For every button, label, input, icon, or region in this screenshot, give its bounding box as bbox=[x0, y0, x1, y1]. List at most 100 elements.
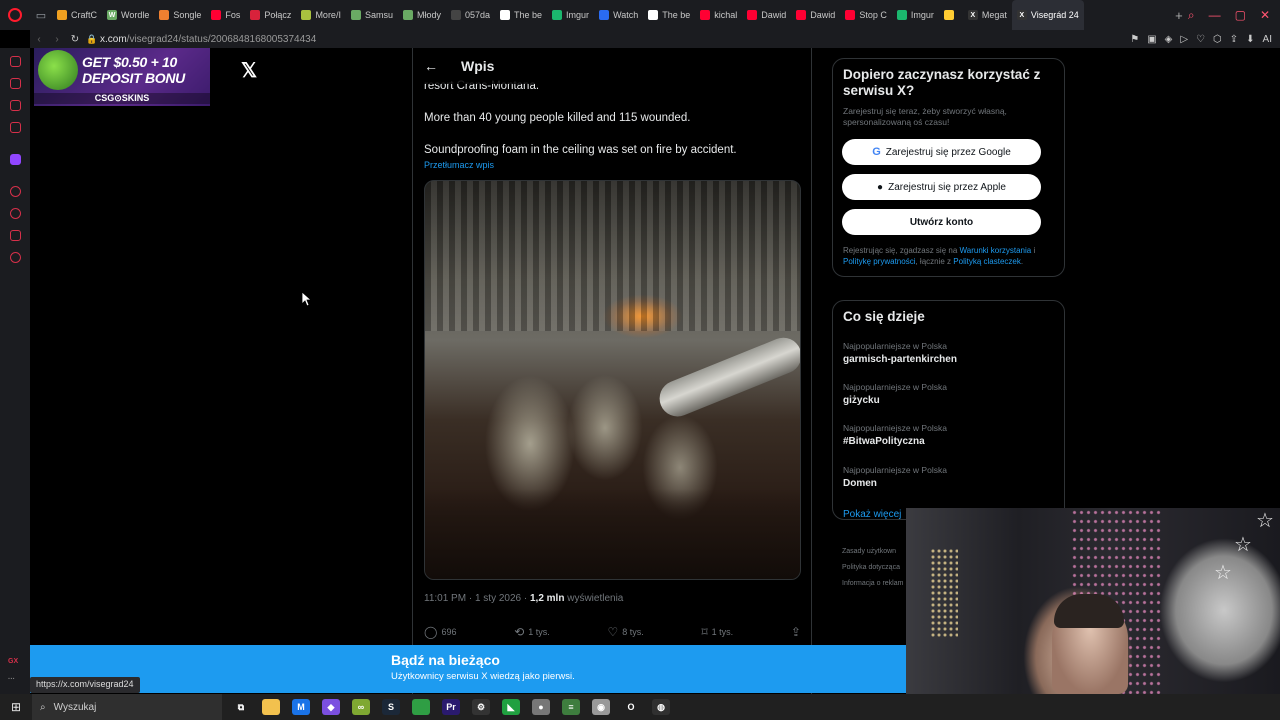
address-bar-tool-icon[interactable]: ◈ bbox=[1165, 34, 1173, 45]
address-bar-tool-icon[interactable]: ▣ bbox=[1147, 34, 1156, 45]
url-field[interactable]: x.com/visegrad24/status/2006848168005374… bbox=[100, 34, 316, 45]
tab-favicon-icon: X bbox=[967, 10, 978, 20]
post-photo[interactable] bbox=[424, 180, 801, 580]
browser-tab[interactable]: Songle bbox=[154, 0, 206, 30]
trend-item[interactable]: Najpopularniejsze w Polska #BitwaPolityc… bbox=[843, 423, 1058, 447]
browser-tab[interactable]: Połącz bbox=[245, 0, 296, 30]
create-account-button[interactable]: Utwórz konto bbox=[842, 209, 1041, 235]
browser-tab[interactable]: CraftC bbox=[52, 0, 102, 30]
address-bar-tool-icon[interactable]: AI bbox=[1263, 34, 1272, 45]
back-button[interactable]: ‹ bbox=[30, 34, 48, 45]
browser-tab[interactable]: X Visegrád 24 bbox=[1011, 0, 1084, 30]
address-bar-tool-icon[interactable]: ⇪ bbox=[1230, 34, 1238, 45]
sidebar-more-icon[interactable]: ··· bbox=[8, 676, 15, 683]
browser-tab[interactable]: Dawid bbox=[742, 0, 791, 30]
taskbar-file-explorer-icon[interactable] bbox=[262, 699, 280, 715]
forward-button[interactable]: › bbox=[48, 34, 66, 45]
browser-tab[interactable]: Stop C bbox=[840, 0, 892, 30]
maximize-button[interactable]: ▢ bbox=[1235, 8, 1246, 23]
advert-banner[interactable]: GET $0.50 + 10 DEPOSIT BONU CSG⊙SKINS bbox=[34, 48, 210, 106]
taskbar-task-view-icon[interactable]: ⧉ bbox=[232, 699, 250, 715]
taskbar-app-disc-icon[interactable]: ◉ bbox=[592, 699, 610, 715]
cookies-link[interactable]: Polityką clasteczek bbox=[953, 257, 1021, 266]
privacy-link[interactable]: Politykę prywatności bbox=[843, 257, 915, 266]
post-timestamp[interactable]: 11:01 PM · 1 sty 2026 · bbox=[424, 593, 530, 604]
translate-post-link[interactable]: Przetłumacz wpis bbox=[424, 160, 494, 170]
webcam-christmas-tree bbox=[930, 548, 958, 638]
search-tabs-icon[interactable]: ⌕ bbox=[1188, 8, 1195, 23]
footer-ads-link[interactable]: Informacja o reklam bbox=[842, 576, 903, 592]
new-tab-button[interactable]: + bbox=[1170, 8, 1188, 23]
bookmark-button[interactable]: ⌑ 1 tys. bbox=[701, 625, 733, 639]
tab-label: kichal bbox=[714, 10, 738, 20]
browser-tab[interactable]: Samsu bbox=[346, 0, 398, 30]
taskbar-app-green-icon[interactable]: ∞ bbox=[352, 699, 370, 715]
lock-icon[interactable]: 🔒 bbox=[84, 34, 100, 45]
minimize-button[interactable]: — bbox=[1209, 8, 1221, 23]
trend-item[interactable]: Najpopularniejsze w Polska garmisch-part… bbox=[843, 341, 1058, 365]
tab-label: CraftC bbox=[71, 10, 98, 20]
close-button[interactable]: ✕ bbox=[1260, 8, 1270, 23]
google-signup-button[interactable]: G Zarejestruj się przez Google bbox=[842, 139, 1041, 165]
browser-tab[interactable]: W Wordle bbox=[102, 0, 154, 30]
address-bar-tool-icon[interactable]: ⬡ bbox=[1213, 34, 1222, 45]
taskbar-app-stack-icon[interactable]: ≡ bbox=[562, 699, 580, 715]
like-button[interactable]: ♡ 8 tys. bbox=[607, 625, 643, 639]
browser-tab[interactable]: X Megat bbox=[963, 0, 1012, 30]
address-bar-tool-icon[interactable]: ⚑ bbox=[1130, 34, 1139, 45]
trend-item[interactable]: Najpopularniejsze w Polska giżycku bbox=[843, 382, 1058, 406]
sidebar-gx-icon[interactable]: GX bbox=[8, 658, 18, 665]
address-bar-tool-icon[interactable]: ⬇ bbox=[1246, 34, 1254, 45]
browser-tab[interactable]: The be bbox=[643, 0, 695, 30]
taskbar-app-m-icon[interactable]: M bbox=[292, 699, 310, 715]
footer-terms-link[interactable]: Zasady użytkown bbox=[842, 544, 903, 560]
sidebar-extensions-icon[interactable] bbox=[10, 230, 21, 241]
trend-item[interactable]: Najpopularniejsze w Polska Domen bbox=[843, 465, 1058, 489]
taskbar-premiere-icon[interactable]: Pr bbox=[442, 699, 460, 715]
browser-tab[interactable]: kichal bbox=[695, 0, 742, 30]
apple-signup-button[interactable]: ● Zarejestruj się przez Apple bbox=[842, 174, 1041, 200]
browser-tab[interactable]: More/I bbox=[296, 0, 346, 30]
opera-logo-icon[interactable] bbox=[0, 0, 30, 30]
taskbar-search[interactable]: ⌕ Wyszukaj bbox=[32, 694, 222, 720]
back-arrow-icon[interactable]: ← bbox=[413, 58, 449, 74]
repost-button[interactable]: ⟲ 1 tys. bbox=[514, 625, 550, 639]
browser-tab[interactable]: 057da bbox=[446, 0, 495, 30]
taskbar-app-leaf-icon[interactable]: ◣ bbox=[502, 699, 520, 715]
windows-start-icon[interactable]: ⊞ bbox=[0, 700, 32, 714]
taskbar-app-gem-icon[interactable]: ◆ bbox=[322, 699, 340, 715]
x-logo-icon[interactable]: 𝕏 bbox=[241, 58, 257, 83]
sidebar-bag-icon[interactable] bbox=[10, 78, 21, 89]
address-bar-tool-icon[interactable]: ▷ bbox=[1180, 34, 1188, 45]
browser-tab[interactable]: Młody bbox=[398, 0, 446, 30]
browser-tab[interactable]: The be bbox=[495, 0, 547, 30]
sidebar-aria-icon[interactable] bbox=[10, 56, 21, 67]
google-signup-label: Zarejestruj się przez Google bbox=[885, 146, 1011, 158]
sidebar-mail-icon[interactable] bbox=[10, 122, 21, 133]
taskbar-app-sheet-icon[interactable] bbox=[412, 699, 430, 715]
browser-tab[interactable]: Dawid bbox=[791, 0, 840, 30]
sidebar-messenger-icon[interactable] bbox=[10, 100, 21, 111]
taskbar-obs-icon[interactable]: ◍ bbox=[652, 699, 670, 715]
taskbar-opera-icon[interactable]: O bbox=[622, 699, 640, 715]
browser-tab[interactable] bbox=[939, 0, 963, 30]
browser-tab[interactable]: Imgur bbox=[547, 0, 594, 30]
show-more-link[interactable]: Pokaż więcej bbox=[843, 509, 901, 520]
sidebar-twitch-icon[interactable] bbox=[10, 154, 21, 165]
reload-button[interactable]: ↻ bbox=[66, 34, 84, 45]
sidebar-player-icon[interactable] bbox=[10, 186, 21, 197]
terms-link[interactable]: Warunki korzystania bbox=[960, 246, 1032, 255]
browser-tab[interactable]: Watch bbox=[594, 0, 643, 30]
sidebar-history-icon[interactable] bbox=[10, 208, 21, 219]
browser-tab[interactable]: Fos bbox=[206, 0, 245, 30]
reply-button[interactable]: ◯ 696 bbox=[424, 625, 456, 639]
share-button[interactable]: ⇪ bbox=[791, 625, 801, 639]
footer-policy-link[interactable]: Polityka dotycząca bbox=[842, 560, 903, 576]
address-bar-tool-icon[interactable]: ♡ bbox=[1196, 34, 1205, 45]
taskbar-steam-icon[interactable]: S bbox=[382, 699, 400, 715]
browser-tab[interactable]: Imgur bbox=[892, 0, 939, 30]
sidebar-settings-icon[interactable] bbox=[10, 252, 21, 263]
taskbar-app-ball-icon[interactable]: ● bbox=[532, 699, 550, 715]
tab-menu-icon[interactable]: ▭ bbox=[30, 9, 52, 22]
taskbar-app-gear-icon[interactable]: ⚙ bbox=[472, 699, 490, 715]
